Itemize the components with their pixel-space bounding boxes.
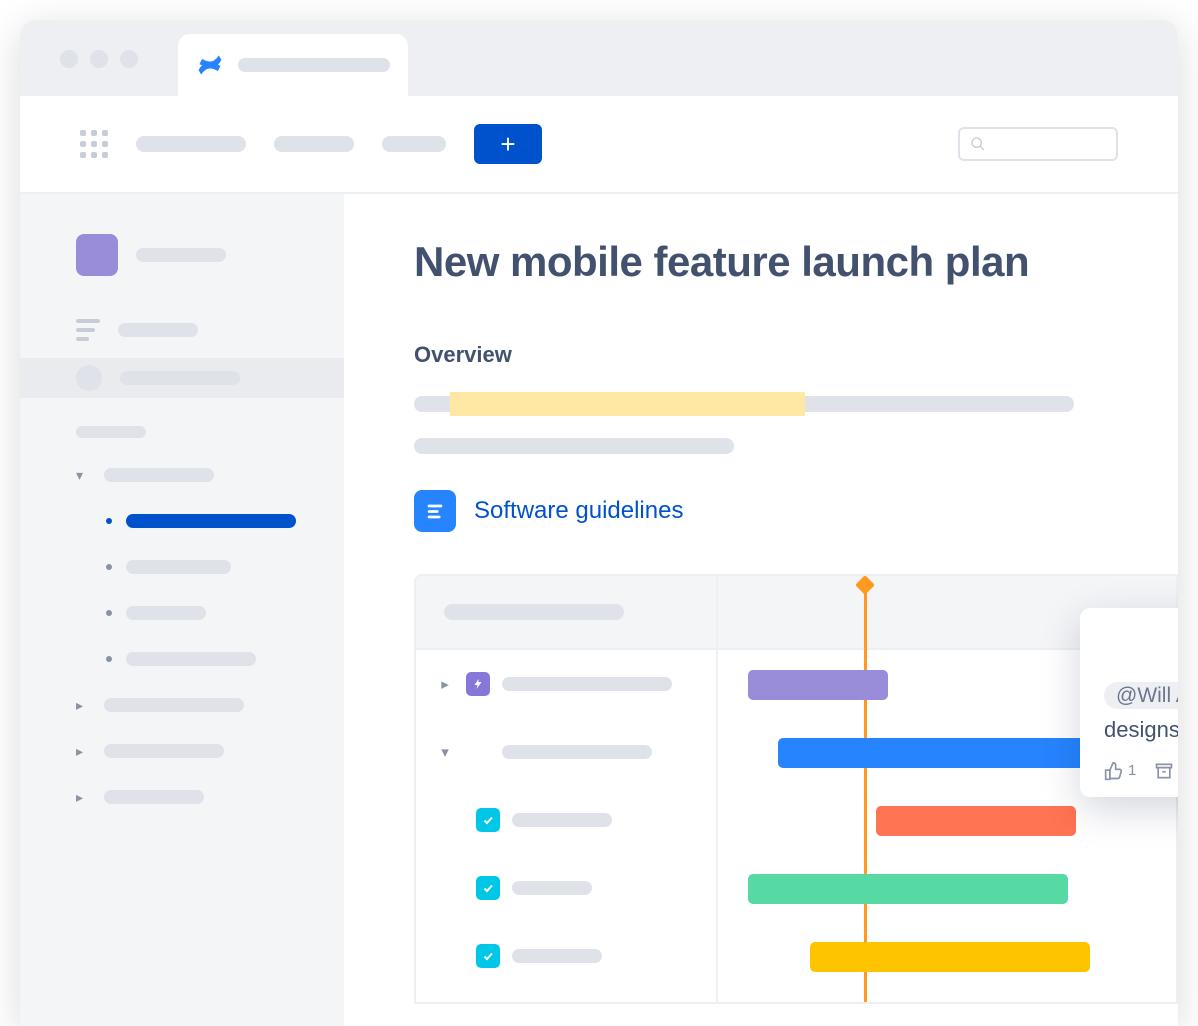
- sidebar-tree-item[interactable]: ▾: [20, 456, 344, 494]
- top-nav: +: [20, 96, 1178, 194]
- sidebar-item-overview[interactable]: [20, 310, 344, 350]
- bullet-icon: [106, 564, 112, 570]
- sidebar-tree-item[interactable]: [20, 548, 344, 586]
- bullet-icon: [106, 518, 112, 524]
- sidebar-section-label: [76, 426, 146, 438]
- page-content: New mobile feature launch plan Overview …: [344, 194, 1178, 1026]
- sidebar-item-label: [126, 514, 296, 528]
- today-line: [864, 584, 867, 1002]
- task-checkbox-icon: [476, 876, 500, 900]
- comment-body: @Will Allen Can you share the designs?: [1104, 678, 1178, 747]
- plus-icon: +: [500, 129, 515, 160]
- roadmap-row-task[interactable]: [416, 854, 716, 922]
- sidebar-tree-item[interactable]: [20, 640, 344, 678]
- window-minimize-icon[interactable]: [90, 50, 108, 68]
- nav-item[interactable]: [382, 136, 446, 152]
- like-button[interactable]: 1: [1104, 761, 1136, 781]
- page-link[interactable]: Software guidelines: [414, 490, 1178, 532]
- nav-item[interactable]: [136, 136, 246, 152]
- overview-icon: [76, 319, 100, 341]
- sidebar-item-label: [118, 323, 198, 337]
- row-label-placeholder: [502, 745, 652, 759]
- sidebar-item-label: [104, 468, 214, 482]
- epic-icon: [466, 672, 490, 696]
- sidebar-tree-item[interactable]: [20, 594, 344, 632]
- roadmap-list-header: [416, 576, 716, 650]
- user-mention[interactable]: @Will Allen: [1104, 682, 1178, 709]
- window-controls: [60, 50, 138, 68]
- roadmap-row-task[interactable]: [416, 922, 716, 990]
- chevron-down-icon[interactable]: ▾: [436, 743, 454, 761]
- window-close-icon[interactable]: [60, 50, 78, 68]
- inline-comment-popup: ✕ @Will Allen Can you share the designs?…: [1080, 608, 1178, 797]
- sidebar-item-label: [104, 744, 224, 758]
- like-count: 1: [1128, 762, 1136, 779]
- search-input[interactable]: [958, 127, 1118, 161]
- browser-chrome: [20, 20, 1178, 96]
- app-window: + ▾: [20, 20, 1178, 1026]
- search-icon: [970, 136, 986, 152]
- browser-tab[interactable]: [178, 34, 408, 96]
- tab-title-placeholder: [238, 58, 390, 72]
- thumbs-up-icon: [1104, 761, 1124, 781]
- sidebar-item-label: [126, 606, 206, 620]
- bullet-icon: [106, 656, 112, 662]
- text-line-placeholder: [414, 438, 734, 454]
- timeline-bar[interactable]: [876, 806, 1076, 836]
- sidebar-tree-item[interactable]: ▸: [20, 732, 344, 770]
- sidebar-item-label: [104, 698, 244, 712]
- nav-item[interactable]: [274, 136, 354, 152]
- page-link-label: Software guidelines: [474, 497, 683, 525]
- sidebar: ▾ ▸ ▸: [20, 194, 344, 1026]
- chevron-right-icon[interactable]: ▸: [76, 743, 90, 760]
- space-icon: [76, 234, 118, 276]
- app-switcher-icon[interactable]: [80, 130, 108, 158]
- roadmap-panel: ▸ ▾: [414, 574, 1178, 1004]
- space-name-placeholder: [136, 248, 226, 262]
- sidebar-item-label: [126, 652, 256, 666]
- sidebar-item-label: [120, 371, 240, 385]
- timeline-bar[interactable]: [810, 942, 1090, 972]
- chevron-right-icon[interactable]: ▸: [76, 789, 90, 806]
- text-line-highlighted[interactable]: [414, 392, 1074, 416]
- sidebar-tree-item[interactable]: ▸: [20, 778, 344, 816]
- task-checkbox-icon: [476, 944, 500, 968]
- page-title: New mobile feature launch plan: [414, 238, 1178, 286]
- row-label-placeholder: [502, 677, 672, 691]
- roadmap-item-list: ▸ ▾: [416, 576, 718, 1002]
- timeline-bar[interactable]: [748, 874, 1068, 904]
- sidebar-item-label: [104, 790, 204, 804]
- chevron-down-icon[interactable]: ▾: [76, 467, 90, 484]
- timeline-bar[interactable]: [748, 670, 888, 700]
- page-icon: [414, 490, 456, 532]
- chevron-right-icon[interactable]: ▸: [76, 697, 90, 714]
- roadmap-row-epic[interactable]: ▸: [416, 650, 716, 718]
- task-checkbox-icon: [476, 808, 500, 832]
- comment-highlight[interactable]: [450, 392, 805, 416]
- confluence-icon: [196, 51, 224, 79]
- bullet-icon: [106, 610, 112, 616]
- archive-icon[interactable]: [1154, 761, 1174, 781]
- row-label-placeholder: [512, 813, 612, 827]
- sidebar-tree-item[interactable]: ▸: [20, 686, 344, 724]
- create-button[interactable]: +: [474, 124, 542, 164]
- header-placeholder: [444, 604, 624, 620]
- sidebar-item-people[interactable]: [20, 358, 344, 398]
- row-label-placeholder: [512, 881, 592, 895]
- roadmap-row-task[interactable]: [416, 786, 716, 854]
- sidebar-tree-item-active[interactable]: [20, 502, 344, 540]
- sidebar-item-label: [126, 560, 231, 574]
- timeline-bar[interactable]: [778, 738, 1088, 768]
- comment-actions: 1: [1104, 761, 1178, 781]
- row-label-placeholder: [512, 949, 602, 963]
- window-maximize-icon[interactable]: [120, 50, 138, 68]
- section-heading: Overview: [414, 342, 1178, 368]
- roadmap-row-epic[interactable]: ▾: [416, 718, 716, 786]
- chevron-right-icon[interactable]: ▸: [436, 675, 454, 693]
- avatar-icon: [76, 365, 102, 391]
- space-header[interactable]: [20, 234, 344, 302]
